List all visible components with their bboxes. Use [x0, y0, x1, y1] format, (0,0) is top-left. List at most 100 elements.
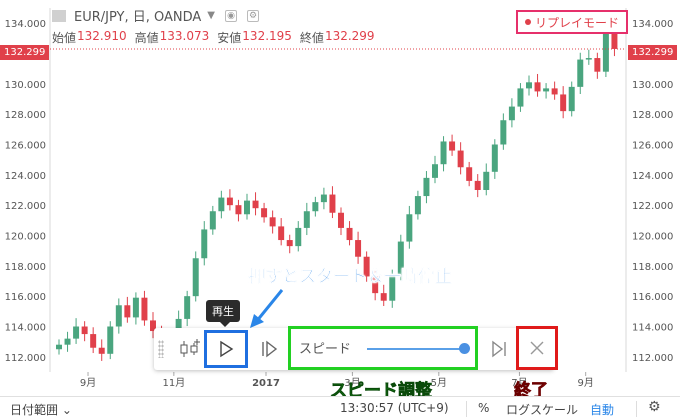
date-range-label: 日付範囲 [10, 403, 59, 417]
x-tick-label: 9月 [577, 377, 593, 389]
eye-icon[interactable]: ◉ [225, 9, 237, 22]
play-pause-button[interactable] [204, 330, 248, 368]
jump-to-real-time-button[interactable] [486, 336, 512, 362]
x-tick-label: 9月 [80, 377, 96, 389]
candle-body [517, 88, 524, 107]
drag-handle-icon[interactable] [158, 340, 164, 358]
candle-body [218, 197, 225, 212]
candle-body [278, 226, 285, 241]
y-tick-label-right: 118.000 [632, 262, 673, 273]
y-tick-label-left: 128.000 [5, 110, 46, 121]
candle-body [423, 177, 430, 197]
select-bar-button[interactable] [176, 336, 202, 362]
candle-body [466, 167, 473, 181]
y-tick-label-right: 124.000 [632, 171, 673, 182]
replay-toolbar: スピード [154, 326, 558, 370]
y-tick-label-right: 134.000 [632, 19, 673, 30]
candle-body [132, 297, 139, 318]
candle-body [184, 296, 191, 319]
step-forward-button[interactable] [256, 336, 282, 362]
candle-body [303, 211, 310, 228]
speed-label: スピード [299, 342, 352, 357]
candle-body [320, 194, 327, 203]
candle-body [338, 212, 344, 228]
candle-body [329, 194, 336, 213]
y-tick-label-left: 126.000 [5, 141, 46, 152]
low-label: 安値 [217, 31, 242, 45]
candle-body [560, 94, 567, 112]
candle-body [244, 200, 250, 215]
candle-body [602, 27, 609, 72]
candle-body [124, 305, 131, 318]
candle-body [269, 217, 276, 227]
annotation-arrow-icon [250, 289, 284, 328]
y-tick-label-right: 130.000 [632, 80, 673, 91]
symbol-label: EUR/JPY, 日, OANDA [74, 10, 202, 25]
candle-body [543, 88, 550, 92]
play-icon [220, 340, 234, 358]
candle-body [526, 82, 532, 89]
y-tick-label-right: 114.000 [632, 323, 673, 334]
candle-body [226, 197, 233, 206]
candle-body [491, 144, 498, 172]
candle-body [235, 205, 242, 215]
percent-scale-button[interactable]: % [478, 401, 489, 415]
gear-icon[interactable]: ⚙ [648, 399, 661, 415]
candle-body [141, 297, 148, 321]
candle-body [107, 326, 114, 354]
log-scale-button[interactable]: ログスケール [506, 401, 578, 418]
close-value: 132.299 [324, 29, 375, 43]
x-tick-label: 2017 [252, 378, 280, 389]
exit-replay-button[interactable] [516, 326, 558, 370]
open-label: 始値 [52, 31, 77, 45]
chevron-down-icon[interactable]: ▼ [207, 10, 215, 21]
candle-body [56, 344, 62, 350]
y-tick-label-left: 130.000 [5, 80, 46, 91]
candle-body [286, 240, 293, 247]
candle-body [81, 326, 88, 335]
y-tick-label-right: 116.000 [632, 292, 673, 303]
y-tick-label-right: 122.000 [632, 201, 673, 212]
annotation-start-pause: 押すとスタート＆一時停止 [248, 267, 453, 288]
play-tooltip: 再生 [206, 300, 240, 327]
candle-body [355, 240, 362, 257]
candle-body [414, 196, 421, 215]
date-range-button[interactable]: 日付範囲 ⌄ [10, 401, 72, 418]
candle-body [73, 326, 80, 339]
candle-select-icon [180, 339, 200, 357]
candle-body [90, 334, 97, 348]
symbol-row[interactable]: EUR/JPY, 日, OANDA ▼ ◉ ⚙ [52, 6, 383, 25]
candle-body [594, 58, 601, 72]
candle-body [252, 200, 259, 209]
candle-body [312, 202, 319, 212]
y-tick-label-right: 126.000 [632, 141, 673, 152]
speed-slider-handle[interactable] [459, 343, 470, 354]
candle-body [380, 293, 387, 301]
x-tick-label: 5月 [431, 377, 447, 389]
candle-body [483, 171, 490, 190]
current-price-tag-right: 132.299 [628, 45, 678, 60]
x-tick-label: 11月 [162, 377, 185, 389]
ohlc-values: 始値 132.910 高値 133.073 安値 132.195 終値 132.… [52, 29, 383, 46]
open-value: 132.910 [77, 29, 127, 43]
auto-scale-button[interactable]: 自動 [590, 401, 614, 418]
current-price-tag-left: 132.299 [0, 45, 50, 60]
candle-body [474, 180, 481, 190]
y-tick-label-left: 120.000 [5, 232, 46, 243]
candle-body [209, 211, 216, 230]
high-label: 高値 [134, 31, 159, 45]
currency-flag-icon [52, 9, 66, 22]
y-tick-label-left: 114.000 [5, 323, 46, 334]
high-value: 133.073 [159, 29, 210, 43]
y-tick-label-right: 112.000 [632, 353, 673, 364]
chart-header: EUR/JPY, 日, OANDA ▼ ◉ ⚙ 始値 132.910 高値 13… [52, 6, 383, 46]
speed-slider-track[interactable] [367, 348, 463, 350]
settings-icon[interactable]: ⚙ [247, 9, 259, 22]
candle-body [98, 347, 105, 354]
y-tick-label-left: 112.000 [5, 353, 46, 364]
candle-body [115, 305, 122, 327]
jump-to-real-time-icon [492, 340, 506, 358]
y-tick-label-left: 124.000 [5, 171, 46, 182]
candle-body [457, 150, 464, 168]
candle-body [346, 227, 353, 241]
